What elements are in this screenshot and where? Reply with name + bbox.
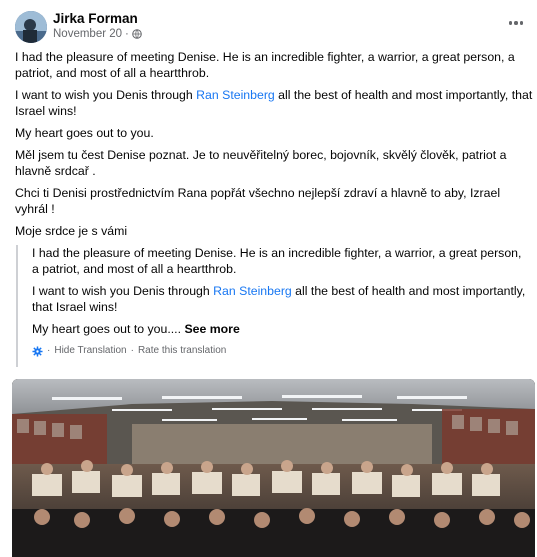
post-header: Jirka Forman November 20 · bbox=[15, 10, 530, 44]
post-paragraph: My heart goes out to you. bbox=[15, 126, 154, 140]
gear-icon bbox=[32, 345, 43, 357]
post-date[interactable]: November 20 bbox=[53, 28, 122, 40]
post-photo[interactable] bbox=[12, 379, 535, 557]
translation-actions: · Hide Translation · Rate this translati… bbox=[32, 343, 530, 359]
post-paragraph: Moje srdce je s vámi bbox=[15, 224, 128, 238]
hide-translation-link[interactable]: Hide Translation bbox=[54, 343, 126, 359]
post-body: I had the pleasure of meeting Denise. He… bbox=[15, 49, 535, 245]
translated-paragraph: I want to wish you Denis through Ran Ste… bbox=[32, 284, 526, 314]
globe-icon bbox=[132, 29, 142, 39]
meta-separator: · bbox=[125, 28, 129, 40]
translated-paragraph: I had the pleasure of meeting Denise. He… bbox=[32, 246, 522, 276]
translated-paragraph: My heart goes out to you.... See more bbox=[32, 322, 240, 336]
mention-link[interactable]: Ran Steinberg bbox=[196, 88, 275, 102]
post-paragraph: Měl jsem tu čest Denise poznat. Je to ne… bbox=[15, 148, 507, 178]
post-paragraph: I had the pleasure of meeting Denise. He… bbox=[15, 50, 515, 80]
mention-link[interactable]: Ran Steinberg bbox=[213, 284, 292, 298]
post-paragraph: Chci ti Denisi prostřednictvím Rana popř… bbox=[15, 186, 501, 216]
rate-translation-link[interactable]: Rate this translation bbox=[138, 343, 226, 359]
avatar[interactable] bbox=[15, 11, 47, 43]
post-meta: November 20 · bbox=[53, 28, 142, 40]
group-photo bbox=[12, 379, 535, 557]
author-name[interactable]: Jirka Forman bbox=[53, 11, 138, 26]
see-more-button[interactable]: See more bbox=[184, 322, 239, 336]
translation-block: I had the pleasure of meeting Denise. He… bbox=[16, 245, 530, 367]
more-options-icon[interactable] bbox=[506, 16, 526, 30]
post-paragraph: I want to wish you Denis through Ran Ste… bbox=[15, 88, 533, 118]
